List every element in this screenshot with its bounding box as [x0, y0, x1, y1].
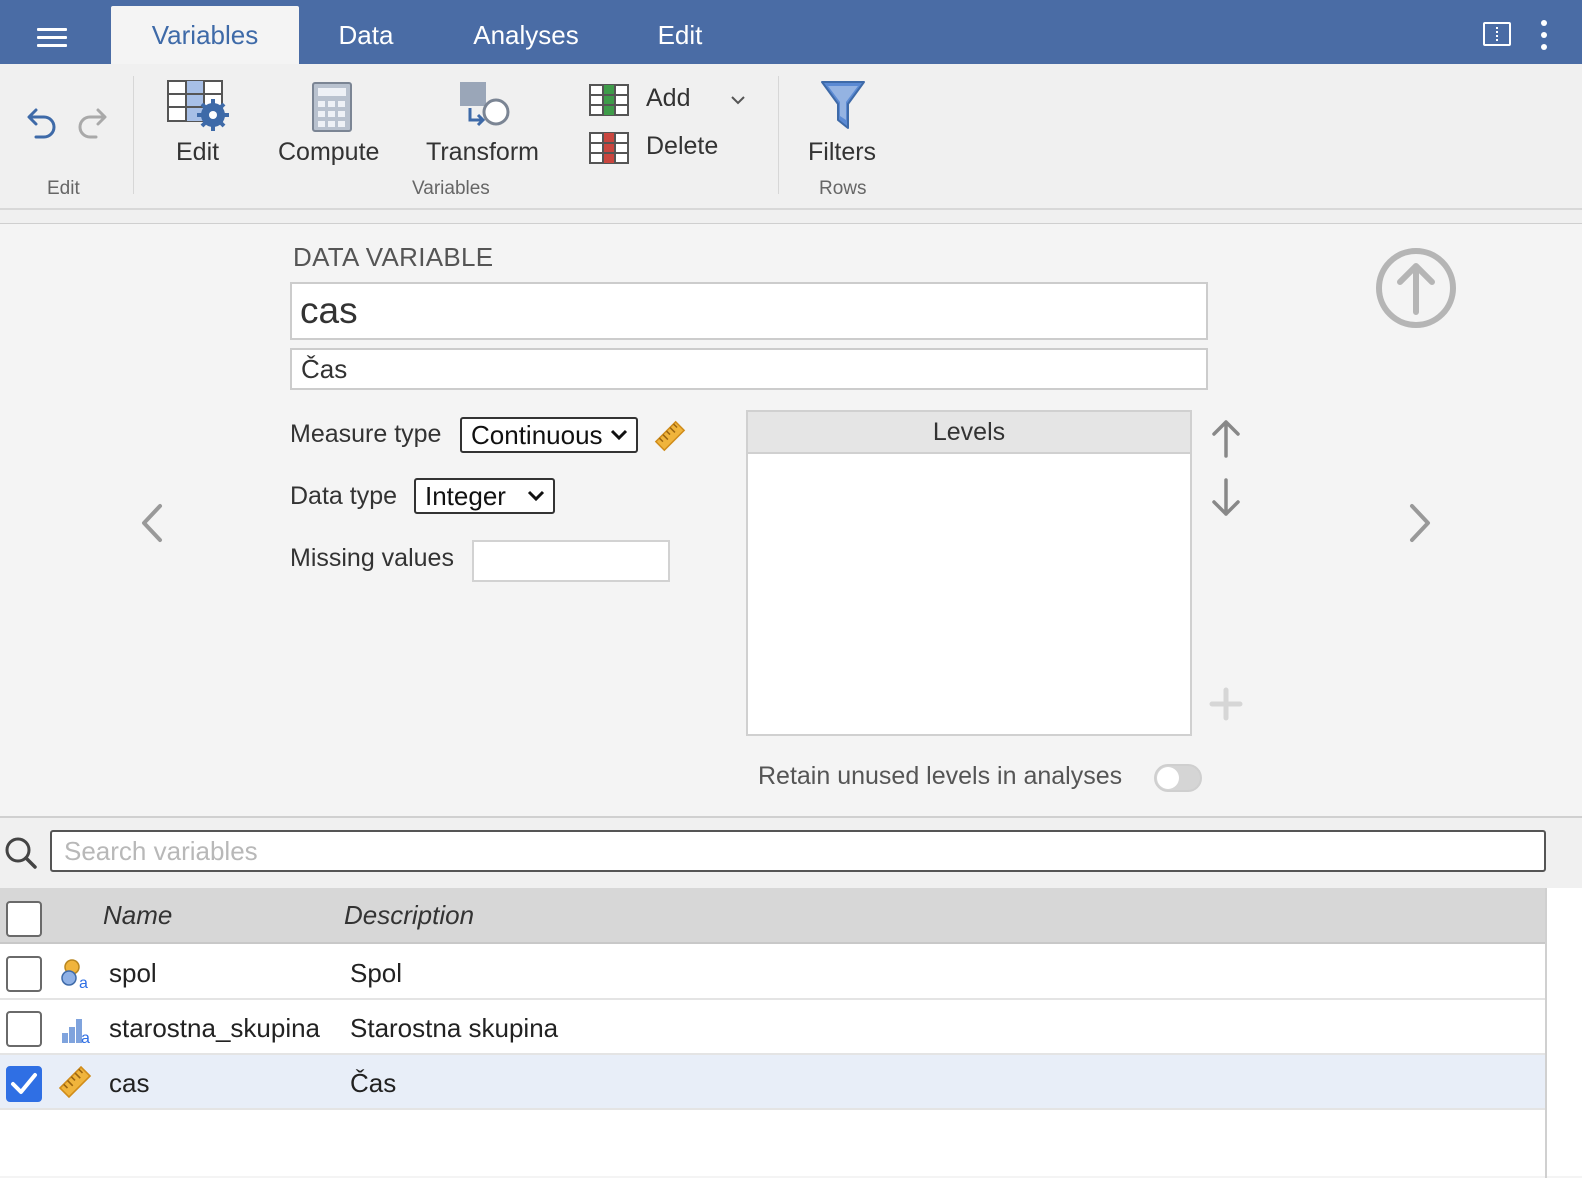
- layout-toggle-icon[interactable]: [1483, 22, 1511, 46]
- variable-description-cell: Čas: [350, 1068, 397, 1098]
- ribbon-group-variables-label: Variables: [412, 178, 490, 199]
- tab-edit[interactable]: Edit: [632, 6, 728, 64]
- delete-variable-icon[interactable]: [589, 132, 629, 164]
- variable-name-input[interactable]: cas: [290, 282, 1208, 340]
- row-checkbox-checked[interactable]: [6, 1066, 42, 1102]
- previous-variable-icon[interactable]: [136, 502, 166, 544]
- hamburger-menu-icon[interactable]: [0, 0, 104, 64]
- variable-description-cell: Starostna skupina: [350, 1013, 559, 1043]
- section-title: DATA VARIABLE: [293, 242, 494, 272]
- variable-list-panel: Name Description a spol Spol a starostna…: [0, 816, 1582, 1178]
- row-checkbox[interactable]: [6, 956, 42, 992]
- delete-button[interactable]: Delete: [646, 132, 718, 161]
- undo-icon[interactable]: [26, 104, 60, 140]
- transform-icon[interactable]: [458, 80, 512, 132]
- ribbon-toolbar: Edit Edit Compute Transform Add Delete V…: [0, 64, 1582, 210]
- transform-button[interactable]: Transform: [426, 138, 539, 167]
- search-icon: [5, 837, 37, 869]
- variable-description-input[interactable]: Čas: [290, 348, 1208, 390]
- continuous-ruler-icon: [58, 1065, 92, 1099]
- table-row-selected[interactable]: cas Čas: [0, 1055, 1546, 1110]
- collapse-editor-icon[interactable]: [1374, 246, 1458, 330]
- data-type-value: Integer: [425, 481, 506, 511]
- ordinal-text-icon: a: [62, 1019, 90, 1045]
- edit-variable-setup-icon[interactable]: [167, 80, 231, 132]
- edit-button[interactable]: Edit: [176, 138, 219, 167]
- compute-button[interactable]: Compute: [278, 138, 379, 167]
- variable-editor-panel: DATA VARIABLE cas Čas Measure type Conti…: [0, 224, 1582, 816]
- retain-unused-levels-toggle[interactable]: [1154, 764, 1202, 792]
- missing-values-input[interactable]: [472, 540, 670, 582]
- filters-button[interactable]: Filters: [808, 138, 876, 167]
- chevron-down-icon: [610, 429, 628, 441]
- measure-type-select[interactable]: Continuous: [460, 417, 638, 453]
- search-input[interactable]: [50, 830, 1546, 872]
- ribbon-separator: [133, 76, 134, 194]
- filter-funnel-icon[interactable]: [820, 80, 866, 132]
- column-header-description[interactable]: Description: [344, 900, 474, 931]
- ribbon-group-edit-label: Edit: [47, 178, 80, 199]
- add-variable-icon[interactable]: [589, 84, 629, 116]
- search-bar: [0, 818, 1582, 888]
- table-header: Name Description: [0, 888, 1546, 944]
- variable-name-cell: starostna_skupina: [109, 1013, 321, 1043]
- tab-variables[interactable]: Variables: [111, 6, 299, 64]
- retain-unused-levels-label: Retain unused levels in analyses: [758, 762, 1123, 790]
- variable-name-cell: cas: [109, 1068, 150, 1098]
- checkmark-icon: [11, 1073, 37, 1094]
- tab-analyses[interactable]: Analyses: [450, 6, 602, 64]
- table-row[interactable]: a spol Spol: [0, 945, 1546, 1000]
- continuous-ruler-icon: [654, 420, 686, 452]
- top-menu-bar: Variables Data Analyses Edit: [0, 0, 1582, 64]
- add-dropdown-chevron-icon[interactable]: [730, 94, 746, 106]
- list-border: [1545, 888, 1547, 1178]
- ribbon-separator: [778, 76, 779, 194]
- measure-type-label: Measure type: [290, 420, 442, 448]
- nominal-text-icon: a: [61, 959, 88, 990]
- move-level-down-icon[interactable]: [1210, 478, 1242, 518]
- measure-type-value: Continuous: [471, 420, 603, 450]
- levels-header: Levels: [748, 412, 1190, 454]
- missing-values-label: Missing values: [290, 544, 454, 572]
- chevron-down-icon: [527, 490, 545, 502]
- next-variable-icon[interactable]: [1406, 502, 1436, 544]
- levels-list[interactable]: Levels: [746, 410, 1192, 736]
- select-all-checkbox[interactable]: [6, 901, 42, 937]
- svg-text:a: a: [81, 1030, 90, 1045]
- variable-name-cell: spol: [109, 958, 157, 988]
- ribbon-divider: [0, 210, 1582, 224]
- calculator-icon[interactable]: [312, 82, 352, 132]
- table-row[interactable]: a starostna_skupina Starostna skupina: [0, 1000, 1546, 1055]
- data-type-label: Data type: [290, 482, 398, 510]
- svg-text:a: a: [79, 975, 88, 990]
- move-level-up-icon[interactable]: [1210, 418, 1242, 458]
- row-checkbox[interactable]: [6, 1011, 42, 1047]
- variable-description-cell: Spol: [350, 958, 403, 988]
- column-header-name[interactable]: Name: [103, 900, 172, 931]
- data-type-select[interactable]: Integer: [414, 478, 555, 514]
- tab-data[interactable]: Data: [312, 6, 420, 64]
- add-level-icon[interactable]: [1208, 686, 1244, 722]
- add-button[interactable]: Add: [646, 84, 690, 113]
- redo-icon[interactable]: [74, 104, 108, 140]
- more-options-icon[interactable]: [1538, 20, 1550, 50]
- ribbon-group-rows-label: Rows: [819, 178, 867, 199]
